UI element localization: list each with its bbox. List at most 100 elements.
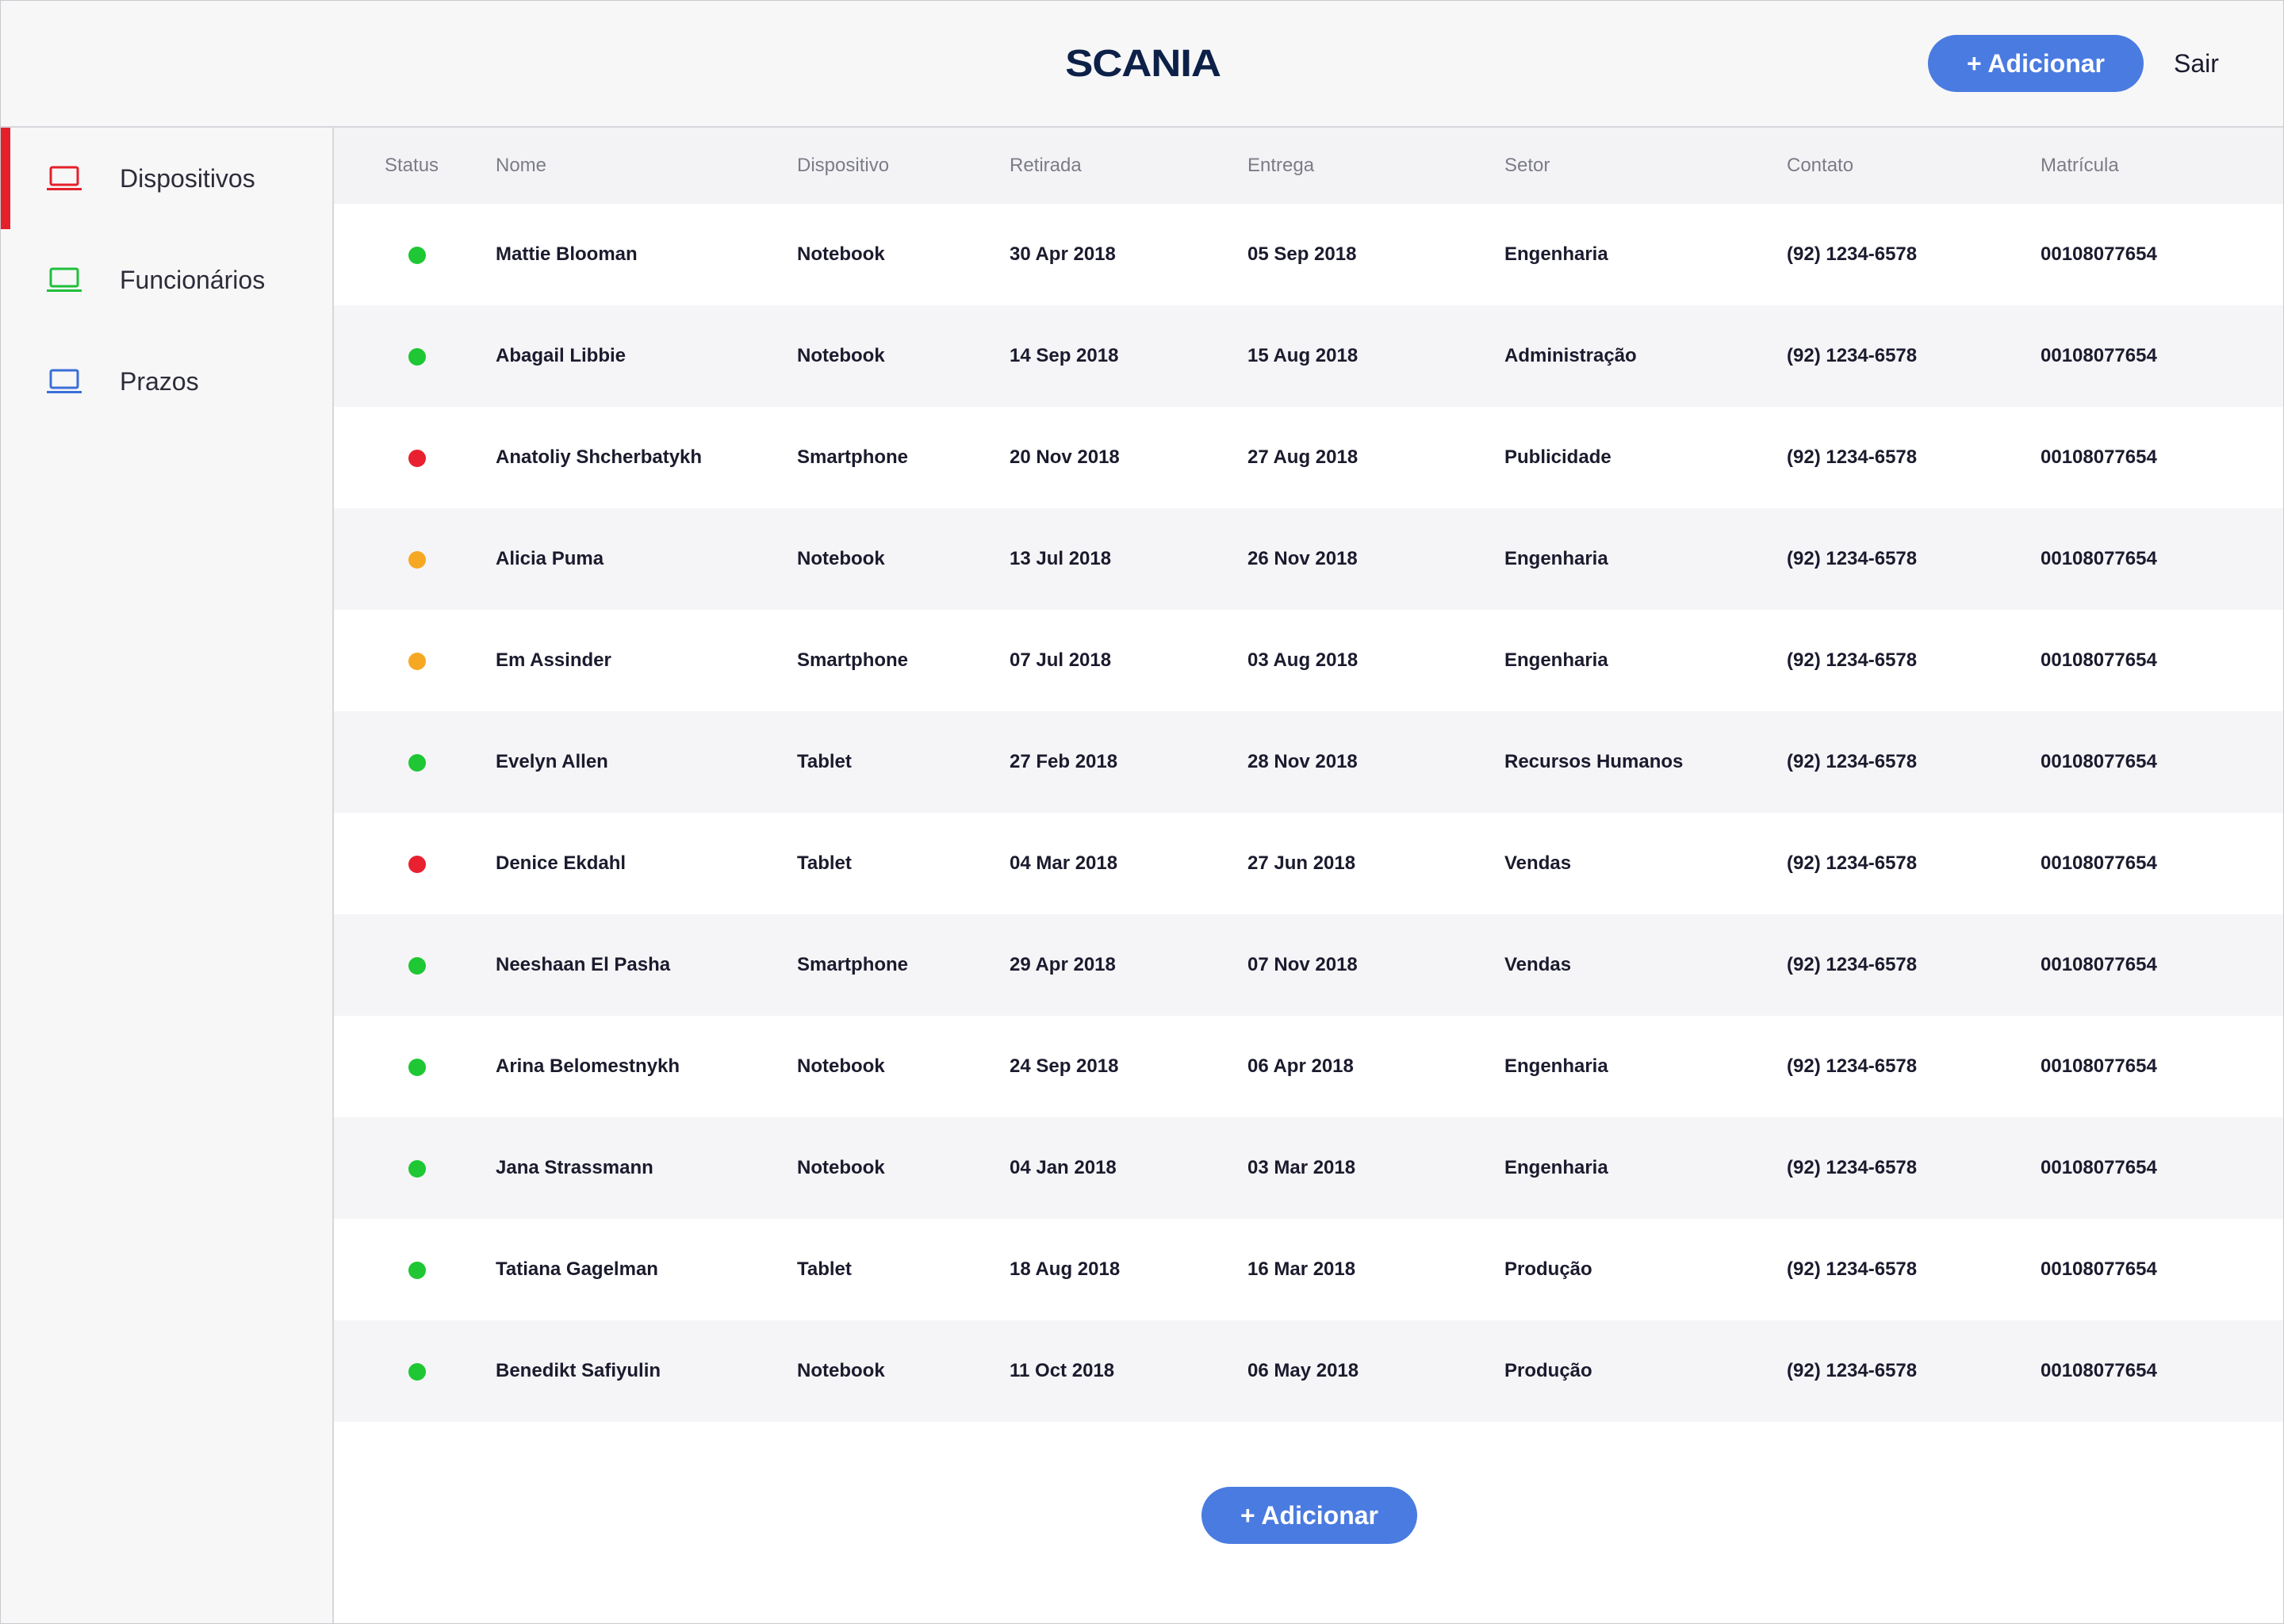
laptop-icon: [47, 166, 82, 190]
cell-contato: (92) 1234-6578: [1787, 1055, 1918, 1077]
cell-setor: Recursos Humanos: [1504, 751, 1684, 772]
laptop-icon: [47, 369, 82, 393]
cell-matricula: 00108077654: [2041, 243, 2157, 265]
active-indicator: [1, 128, 10, 229]
add-button-bottom[interactable]: + Adicionar: [1201, 1487, 1417, 1544]
cell-matricula: 00108077654: [2041, 649, 2157, 671]
table-row[interactable]: Mattie Blooman Notebook 30 Apr 2018 05 Sep …: [334, 204, 2283, 305]
cell-contato: (92) 1234-6578: [1787, 1258, 1918, 1280]
cell-retirada: 04 Mar 2018: [1010, 852, 1118, 874]
sidebar-item-label: Prazos: [120, 367, 199, 396]
cell-contato: (92) 1234-6578: [1787, 1360, 1918, 1381]
cell-entrega: 27 Aug 2018: [1247, 446, 1359, 468]
cell-dispositivo: Tablet: [797, 1258, 852, 1280]
cell-retirada: 20 Nov 2018: [1010, 446, 1120, 468]
cell-matricula: 00108077654: [2041, 852, 2157, 874]
cell-retirada: 29 Apr 2018: [1010, 954, 1116, 975]
logout-link[interactable]: Sair: [2174, 42, 2219, 85]
cell-retirada: 30 Apr 2018: [1010, 243, 1116, 265]
cell-contato: (92) 1234-6578: [1787, 243, 1918, 265]
scania-logo: SCANIA: [1065, 42, 1221, 85]
status-dot: [408, 957, 426, 975]
cell-nome: Anatoliy Shcherbatykh: [496, 446, 703, 468]
column-header-retirada[interactable]: Retirada: [1010, 128, 1082, 204]
cell-matricula: 00108077654: [2041, 1258, 2157, 1280]
cell-setor: Engenharia: [1504, 548, 1608, 569]
cell-entrega: 28 Nov 2018: [1247, 751, 1358, 772]
cell-dispositivo: Notebook: [797, 345, 885, 366]
cell-contato: (92) 1234-6578: [1787, 751, 1918, 772]
cell-retirada: 18 Aug 2018: [1010, 1258, 1121, 1280]
status-dot: [408, 247, 426, 264]
cell-nome: Denice Ekdahl: [496, 852, 627, 874]
cell-retirada: 11 Oct 2018: [1010, 1360, 1115, 1381]
cell-nome: Arina Belomestnykh: [496, 1055, 680, 1077]
cell-nome: Tatiana Gagelman: [496, 1258, 658, 1280]
cell-nome: Abagail Libbie: [496, 345, 627, 366]
cell-contato: (92) 1234-6578: [1787, 852, 1918, 874]
cell-entrega: 05 Sep 2018: [1247, 243, 1357, 265]
column-header-contato[interactable]: Contato: [1787, 128, 1853, 204]
cell-matricula: 00108077654: [2041, 751, 2157, 772]
table-row[interactable]: Tatiana Gagelman Tablet 18 Aug 2018 16 Mar …: [334, 1219, 2283, 1320]
cell-nome: Benedikt Safiyulin: [496, 1360, 661, 1381]
table-row[interactable]: Denice Ekdahl Tablet 04 Mar 2018 27 Jun 201…: [334, 813, 2283, 914]
column-header-setor[interactable]: Setor: [1504, 128, 1550, 204]
cell-matricula: 00108077654: [2041, 1055, 2157, 1077]
table-row[interactable]: Alicia Puma Notebook 13 Jul 2018 26 Nov 201…: [334, 508, 2283, 610]
table-row[interactable]: Neeshaan El Pasha Smartphone 29 Apr 2018 07…: [334, 914, 2283, 1016]
column-header-nome[interactable]: Nome: [496, 128, 546, 204]
cell-dispositivo: Notebook: [797, 1055, 885, 1077]
cell-contato: (92) 1234-6578: [1787, 649, 1918, 671]
sidebar-item-funcionarios[interactable]: Funcionários: [1, 229, 332, 331]
top-header: SCANIA + Adicionar Sair: [1, 1, 2283, 128]
status-dot: [408, 653, 426, 670]
cell-dispositivo: Smartphone: [797, 649, 909, 671]
cell-matricula: 00108077654: [2041, 548, 2157, 569]
status-dot: [408, 754, 426, 772]
cell-entrega: 03 Mar 2018: [1247, 1157, 1356, 1178]
cell-retirada: 14 Sep 2018: [1010, 345, 1119, 366]
cell-entrega: 15 Aug 2018: [1247, 345, 1359, 366]
cell-dispositivo: Notebook: [797, 243, 885, 265]
table-row[interactable]: Anatoliy Shcherbatykh Smartphone 20 Nov 20…: [334, 407, 2283, 508]
cell-setor: Vendas: [1504, 852, 1572, 874]
cell-matricula: 00108077654: [2041, 345, 2157, 366]
sidebar-item-label: Funcionários: [120, 266, 266, 294]
column-header-entrega[interactable]: Entrega: [1247, 128, 1314, 204]
cell-contato: (92) 1234-6578: [1787, 954, 1918, 975]
cell-setor: Produção: [1504, 1360, 1592, 1381]
cell-entrega: 16 Mar 2018: [1247, 1258, 1356, 1280]
cell-matricula: 00108077654: [2041, 954, 2157, 975]
cell-nome: Alicia Puma: [496, 548, 604, 569]
sidebar-item-dispositivos[interactable]: Dispositivos: [1, 128, 332, 229]
column-header-matricula[interactable]: Matrícula: [2041, 128, 2119, 204]
table-row[interactable]: Abagail Libbie Notebook 14 Sep 2018 15 Aug …: [334, 305, 2283, 407]
cell-entrega: 06 Apr 2018: [1247, 1055, 1354, 1077]
cell-nome: Mattie Blooman: [496, 243, 638, 265]
table-row[interactable]: Evelyn Allen Tablet 27 Feb 2018 28 Nov 2018…: [334, 711, 2283, 813]
cell-entrega: 03 Aug 2018: [1247, 649, 1359, 671]
table-row[interactable]: Em Assinder Smartphone 07 Jul 2018 03 Aug 2…: [334, 610, 2283, 711]
status-dot: [408, 856, 426, 873]
table-row[interactable]: Jana Strassmann Notebook 04 Jan 2018 03 Mar…: [334, 1117, 2283, 1219]
table-row[interactable]: Arina Belomestnykh Notebook 24 Sep 2018 06 …: [334, 1016, 2283, 1117]
column-header-status[interactable]: Status: [385, 128, 439, 204]
cell-nome: Em Assinder: [496, 649, 611, 671]
cell-entrega: 07 Nov 2018: [1247, 954, 1358, 975]
add-button[interactable]: + Adicionar: [1928, 35, 2144, 92]
column-header-dispositivo[interactable]: Dispositivo: [797, 128, 889, 204]
table-row[interactable]: Benedikt Safiyulin Notebook 11 Oct 2018 06 …: [334, 1320, 2283, 1422]
cell-nome: Evelyn Allen: [496, 751, 608, 772]
sidebar-item-prazos[interactable]: Prazos: [1, 331, 332, 432]
cell-dispositivo: Tablet: [797, 852, 852, 874]
cell-entrega: 27 Jun 2018: [1247, 852, 1356, 874]
cell-dispositivo: Tablet: [797, 751, 852, 772]
cell-entrega: 26 Nov 2018: [1247, 548, 1358, 569]
table-header: Status Nome Dispositivo Retirada Entrega…: [334, 128, 2283, 204]
status-dot: [408, 1262, 426, 1279]
status-dot: [408, 348, 426, 366]
cell-matricula: 00108077654: [2041, 1360, 2157, 1381]
sidebar: Dispositivos Funcionários Prazos: [1, 128, 334, 1623]
cell-setor: Engenharia: [1504, 649, 1608, 671]
